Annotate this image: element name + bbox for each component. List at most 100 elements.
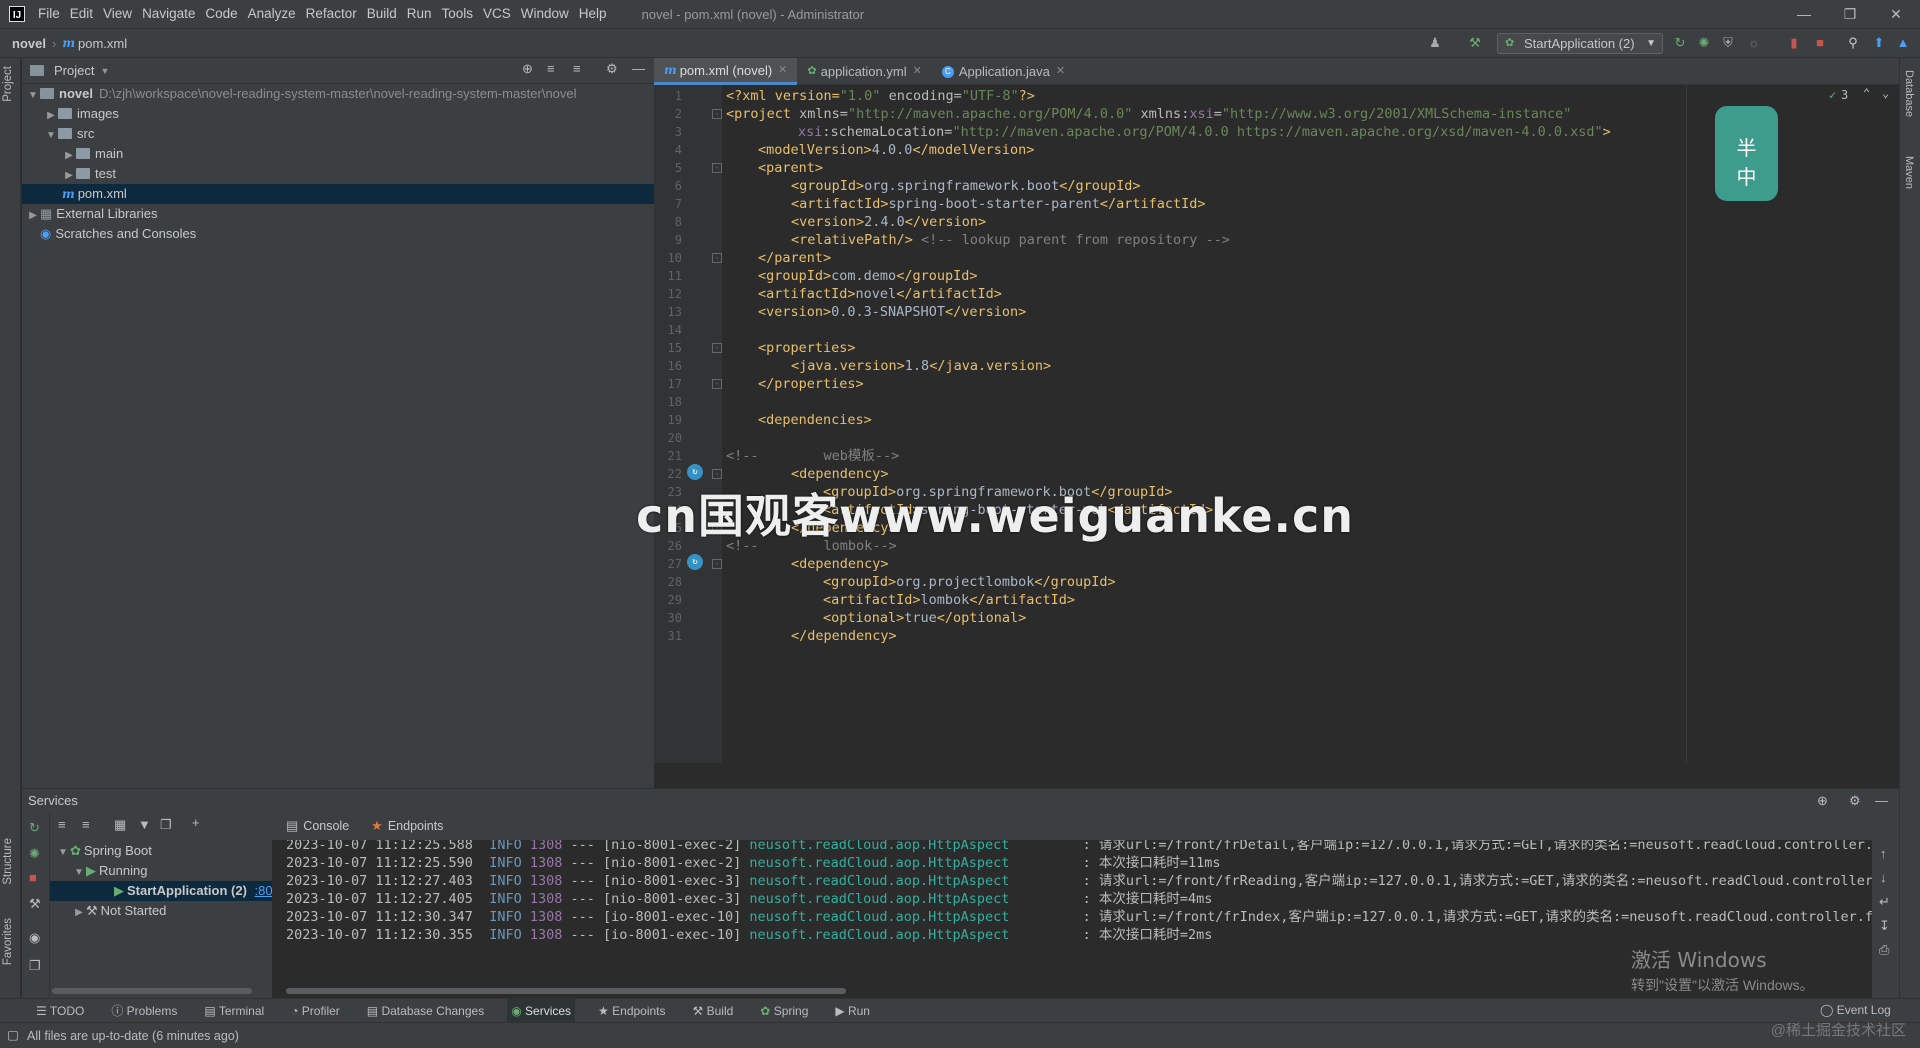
restore-layout-icon[interactable]: ❐ <box>29 958 41 974</box>
toolwindow-todo[interactable]: ☰ TODO <box>32 999 88 1023</box>
port-link[interactable]: :80 <box>255 883 273 898</box>
tree-item-external-libraries[interactable]: ▶ ▦ External Libraries <box>22 204 654 224</box>
menu-tools[interactable]: Tools <box>437 0 479 28</box>
database-tool-tab[interactable]: Database <box>1903 70 1915 117</box>
fold-marker[interactable]: - <box>712 559 722 569</box>
profile-icon[interactable]: ☼ <box>1744 33 1764 53</box>
tree-item-images[interactable]: ▶ images <box>22 104 654 124</box>
gear-icon[interactable]: ⚙ <box>1849 789 1861 813</box>
collapse-all-icon[interactable]: ≡ <box>573 61 581 76</box>
tab-application-yml[interactable]: ✿ application.yml ✕ <box>797 58 931 85</box>
close-tab-icon[interactable]: ✕ <box>913 58 922 85</box>
chevron-right-icon[interactable]: ▶ <box>26 206 40 226</box>
search-icon[interactable]: ⚲ <box>1843 33 1863 53</box>
scroll-to-end-icon[interactable]: ↧ <box>1879 918 1890 934</box>
toolwindow-profiler[interactable]: ◔ Profiler <box>287 999 344 1023</box>
menu-analyze[interactable]: Analyze <box>243 0 301 28</box>
code-editor[interactable]: 1 2 3 4 5 6 7 8 9 10 11 12 13 14 15 16 1… <box>654 85 1899 763</box>
chevron-down-icon[interactable]: ▼ <box>44 126 58 146</box>
maven-tool-tab[interactable]: Maven <box>1903 156 1915 189</box>
chevron-right-icon[interactable]: ▶ <box>44 106 58 126</box>
tab-console[interactable]: Console <box>303 819 349 833</box>
breadcrumb-project[interactable]: novel <box>12 36 46 51</box>
tab-endpoints[interactable]: Endpoints <box>388 819 444 833</box>
jetbrains-icon[interactable]: ▲ <box>1893 33 1913 53</box>
menu-window[interactable]: Window <box>516 0 574 28</box>
close-tab-icon[interactable]: ✕ <box>778 57 787 84</box>
fold-marker[interactable]: - <box>712 379 722 389</box>
chevron-down-icon[interactable]: ▼ <box>26 86 40 106</box>
print-icon[interactable]: ⎙ <box>1879 942 1889 958</box>
group-by-icon[interactable]: ▦ <box>114 817 126 833</box>
expand-all-icon[interactable]: ≡ <box>547 61 555 76</box>
tab-application-java[interactable]: C Application.java ✕ <box>932 58 1075 85</box>
fold-marker[interactable]: - <box>712 163 722 173</box>
toolwindow-spring[interactable]: ✿ Spring <box>756 999 812 1023</box>
service-running[interactable]: ▼ ▶ Running <box>50 861 272 881</box>
chevron-right-icon[interactable]: ▶ <box>62 146 76 166</box>
tree-item-main[interactable]: ▶ main <box>22 144 654 164</box>
rerun-icon[interactable]: ↻ <box>1670 33 1690 53</box>
menu-view[interactable]: View <box>98 0 137 28</box>
code-area[interactable]: <?xml version="1.0" encoding="UTF-8"?> <… <box>726 85 1886 763</box>
chevron-down-icon[interactable]: ⌄ <box>1882 86 1889 100</box>
arrow-down-icon[interactable]: ↓ <box>1880 870 1887 885</box>
fold-marker[interactable]: - <box>712 343 722 353</box>
tree-item-scratches[interactable]: ◉ Scratches and Consoles <box>22 224 654 244</box>
inspection-ok-icon[interactable]: ✓ <box>1829 88 1836 102</box>
build-hammer-icon[interactable]: ⚒ <box>1465 33 1485 53</box>
hide-panel-icon[interactable]: — <box>1875 789 1888 813</box>
menu-navigate[interactable]: Navigate <box>137 0 200 28</box>
minimize-icon[interactable]: — <box>1781 0 1827 28</box>
rerun-icon[interactable]: ↻ <box>29 820 40 836</box>
chevron-up-icon[interactable]: ⌃ <box>1863 86 1870 100</box>
service-start-application[interactable]: ▶ StartApplication (2) :80 <box>50 881 273 901</box>
menu-run[interactable]: Run <box>402 0 437 28</box>
breadcrumb-file[interactable]: pom.xml <box>78 36 127 51</box>
close-icon[interactable]: ✕ <box>1873 0 1919 28</box>
status-square-icon[interactable]: ▢ <box>7 1027 19 1042</box>
spring-dependency-gutter-icon[interactable]: ↻ <box>687 464 703 480</box>
project-view-selector[interactable]: Project <box>54 63 94 78</box>
chevron-right-icon[interactable]: ▶ <box>62 166 76 186</box>
toolwindow-problems[interactable]: ⓘ Problems <box>107 999 181 1023</box>
fold-marker[interactable]: - <box>712 109 722 119</box>
toolwindow-run[interactable]: ▶ Run <box>831 999 874 1023</box>
locate-icon[interactable]: ⊕ <box>522 61 533 77</box>
soft-wrap-icon[interactable]: ↵ <box>1879 894 1890 910</box>
stop-icon[interactable]: ■ <box>29 870 37 885</box>
coverage-icon[interactable]: ⛨ <box>1718 33 1738 53</box>
fold-marker[interactable]: - <box>712 253 722 263</box>
new-tab-icon[interactable]: ❐ <box>160 817 172 833</box>
hide-panel-icon[interactable]: — <box>632 61 645 76</box>
fold-marker[interactable]: - <box>712 469 722 479</box>
attach-debugger-icon[interactable]: ▮ <box>1784 33 1804 53</box>
menu-vcs[interactable]: VCS <box>478 0 516 28</box>
collapse-all-icon[interactable]: ≡ <box>82 817 90 832</box>
wrench-icon[interactable]: ⚒ <box>29 896 41 912</box>
expand-all-icon[interactable]: ≡ <box>58 817 66 832</box>
service-spring-boot[interactable]: ▼ ✿ Spring Boot <box>50 841 272 861</box>
stop-icon[interactable]: ■ <box>1810 33 1830 53</box>
toolwindow-services[interactable]: ◉ Services <box>507 998 576 1023</box>
arrow-up-icon[interactable]: ↑ <box>1880 846 1887 861</box>
structure-tool-tab[interactable]: Structure <box>2 838 14 885</box>
add-service-icon[interactable]: + <box>192 815 200 830</box>
locate-icon[interactable]: ⊕ <box>1817 789 1828 813</box>
horizontal-scrollbar[interactable] <box>286 988 846 994</box>
run-configuration-select[interactable]: ✿ StartApplication (2) ▼ <box>1497 33 1663 54</box>
spring-dependency-gutter-icon[interactable]: ↻ <box>687 554 703 570</box>
tree-item-novel[interactable]: ▼ novel D:\zjh\workspace\novel-reading-sys… <box>22 84 654 104</box>
chevron-right-icon[interactable]: ▶ <box>72 903 86 923</box>
menu-help[interactable]: Help <box>574 0 612 28</box>
service-not-started[interactable]: ▶ ⚒ Not Started <box>50 901 272 921</box>
menu-build[interactable]: Build <box>362 0 402 28</box>
debug-icon[interactable]: ✺ <box>1694 33 1714 53</box>
inspection-count[interactable]: 3 <box>1841 88 1848 102</box>
restore-icon[interactable]: ❐ <box>1827 0 1873 28</box>
toolwindow-terminal[interactable]: ▤ Terminal <box>200 999 268 1023</box>
favorites-tool-tab[interactable]: Favorites <box>2 918 14 965</box>
menu-code[interactable]: Code <box>200 0 242 28</box>
toolwindow-build[interactable]: ⚒ Build <box>689 999 738 1023</box>
gear-icon[interactable]: ⚙ <box>606 61 618 77</box>
